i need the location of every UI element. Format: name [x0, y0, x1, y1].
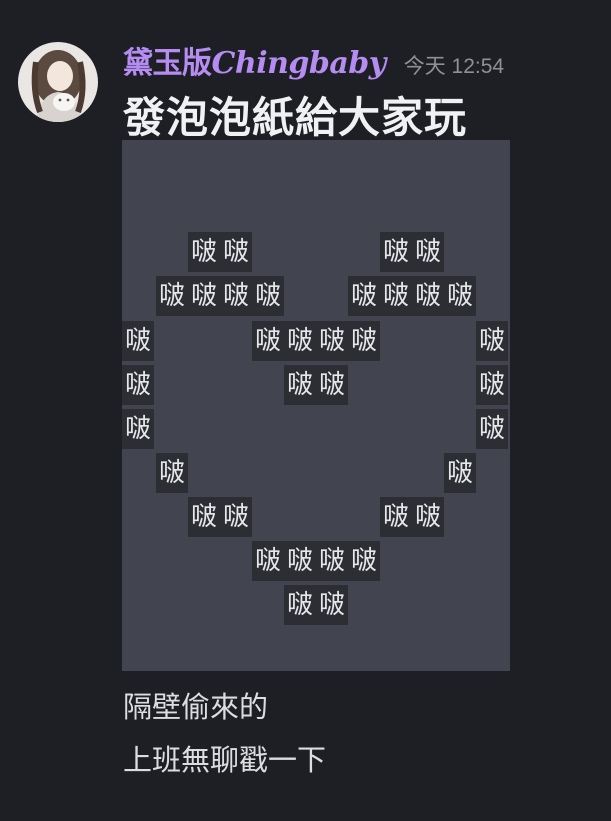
bubble-group: 啵	[476, 409, 508, 449]
spoiler-bubble[interactable]: 啵	[122, 365, 154, 405]
spoiler-bubble[interactable]: 啵	[476, 365, 508, 405]
spoiler-bubble[interactable]: 啵	[316, 585, 348, 625]
spoiler-bubble[interactable]: 啵	[348, 541, 380, 581]
spoiler-bubble[interactable]: 啵	[220, 232, 252, 272]
spoiler-bubble[interactable]: 啵	[380, 232, 412, 272]
spoiler-bubble[interactable]: 啵	[412, 232, 444, 272]
bubble-group: 啵啵	[284, 365, 348, 405]
spoiler-bubble[interactable]: 啵	[348, 276, 380, 316]
bubble-group: 啵啵啵啵	[252, 321, 380, 361]
spoiler-bubble[interactable]: 啵	[156, 276, 188, 316]
spoiler-bubble[interactable]: 啵	[316, 321, 348, 361]
spoiler-bubble[interactable]: 啵	[284, 541, 316, 581]
timestamp: 今天 12:54	[403, 55, 505, 78]
spoiler-bubble[interactable]: 啵	[444, 453, 476, 493]
bubble-group: 啵啵啵啵	[252, 541, 380, 581]
bubble-group: 啵啵啵啵	[156, 276, 284, 316]
spoiler-bubble[interactable]: 啵	[284, 321, 316, 361]
spoiler-bubble[interactable]: 啵	[252, 321, 284, 361]
spoiler-bubble[interactable]: 啵	[188, 232, 220, 272]
spoiler-bubble[interactable]: 啵	[220, 276, 252, 316]
message-title: 發泡泡紙給大家玩	[123, 93, 468, 142]
bubble-group: 啵	[122, 321, 154, 361]
bubble-group: 啵	[444, 453, 476, 493]
author-name[interactable]: 黛玉版Chingbaby	[123, 38, 386, 82]
bubble-group: 啵	[122, 409, 154, 449]
avatar-image	[18, 42, 98, 122]
spoiler-bubble[interactable]: 啵	[316, 365, 348, 405]
spoiler-bubble[interactable]: 啵	[348, 321, 380, 361]
bubble-group: 啵啵	[380, 497, 444, 537]
spoiler-bubble[interactable]: 啵	[380, 497, 412, 537]
message-line-1: 隔壁偷來的	[123, 690, 269, 724]
bubble-wrap-spoiler-area: 啵啵啵啵啵啵啵啵啵啵啵啵啵啵啵啵啵啵啵啵啵啵啵啵啵啵啵啵啵啵啵啵啵啵啵啵	[122, 140, 510, 671]
bubble-group: 啵	[476, 365, 508, 405]
message-header: 黛玉版Chingbaby 今天 12:54	[123, 38, 504, 81]
spoiler-bubble[interactable]: 啵	[476, 321, 508, 361]
bubble-group: 啵	[122, 365, 154, 405]
spoiler-bubble[interactable]: 啵	[412, 497, 444, 537]
author-name-latin: Chingbaby	[211, 46, 387, 81]
spoiler-bubble[interactable]: 啵	[252, 276, 284, 316]
bubble-group: 啵	[156, 453, 188, 493]
spoiler-bubble[interactable]: 啵	[444, 276, 476, 316]
bubble-group: 啵啵	[284, 585, 348, 625]
spoiler-bubble[interactable]: 啵	[188, 276, 220, 316]
bubble-group: 啵啵	[188, 497, 252, 537]
spoiler-bubble[interactable]: 啵	[122, 321, 154, 361]
spoiler-bubble[interactable]: 啵	[284, 365, 316, 405]
bubble-group: 啵啵啵啵	[348, 276, 476, 316]
bubble-group: 啵啵	[380, 232, 444, 272]
spoiler-bubble[interactable]: 啵	[156, 453, 188, 493]
spoiler-bubble[interactable]: 啵	[476, 409, 508, 449]
spoiler-bubble[interactable]: 啵	[220, 497, 252, 537]
message-line-2: 上班無聊戳一下	[123, 743, 327, 777]
spoiler-bubble[interactable]: 啵	[380, 276, 412, 316]
spoiler-bubble[interactable]: 啵	[252, 541, 284, 581]
spoiler-bubble[interactable]: 啵	[122, 409, 154, 449]
bubble-group: 啵	[476, 321, 508, 361]
bubble-group: 啵啵	[188, 232, 252, 272]
avatar[interactable]	[18, 42, 98, 122]
spoiler-bubble[interactable]: 啵	[284, 585, 316, 625]
author-name-cjk: 黛玉版	[123, 46, 212, 81]
spoiler-bubble[interactable]: 啵	[188, 497, 220, 537]
spoiler-bubble[interactable]: 啵	[316, 541, 348, 581]
chat-message: 黛玉版Chingbaby 今天 12:54 發泡泡紙給大家玩 啵啵啵啵啵啵啵啵啵…	[0, 0, 611, 821]
spoiler-bubble[interactable]: 啵	[412, 276, 444, 316]
